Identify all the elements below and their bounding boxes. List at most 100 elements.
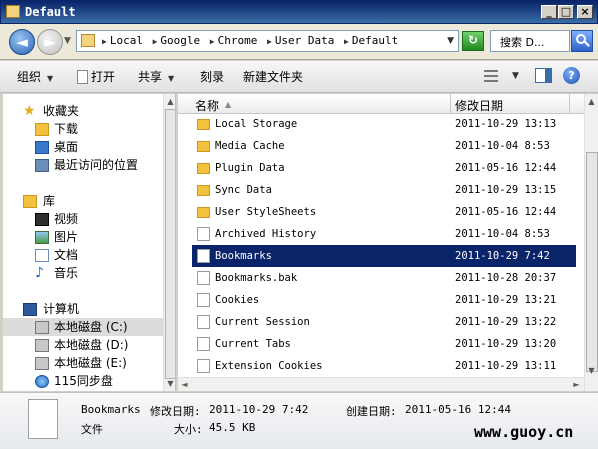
refresh-button[interactable]: ↻ <box>462 31 484 51</box>
folder-icon <box>81 34 95 47</box>
watermark: www.guoy.cn <box>474 423 574 441</box>
chevron-right-icon[interactable]: ▶ <box>102 37 107 46</box>
details-file-name: Bookmarks <box>81 403 141 416</box>
breadcrumb-item[interactable]: Chrome <box>218 34 258 47</box>
burn-button[interactable]: 刻录 <box>200 68 224 85</box>
file-name: User StyleSheets <box>215 206 317 218</box>
file-name: Extension Cookies <box>215 360 323 372</box>
new-folder-button[interactable]: 新建文件夹 <box>243 68 303 85</box>
column-header-name[interactable]: 名称 <box>195 97 219 114</box>
file-name: Bookmarks.bak <box>215 272 298 284</box>
nav-computer[interactable]: 计算机 <box>3 300 163 318</box>
open-button[interactable]: 打开 <box>77 68 115 85</box>
file-row[interactable]: Archived History 2011-10-04 8:53 <box>192 223 576 245</box>
search-input[interactable]: 搜索 D... <box>490 30 570 52</box>
breadcrumb-item[interactable]: Google <box>160 34 200 47</box>
file-icon <box>197 249 210 263</box>
file-row[interactable]: User StyleSheets 2011-05-16 12:44 <box>192 201 576 223</box>
desktop-icon <box>35 141 49 154</box>
chevron-right-icon[interactable]: ▶ <box>344 37 349 46</box>
breadcrumb-item[interactable]: Local <box>110 34 143 47</box>
nav-favorites[interactable]: ★ 收藏夹 <box>3 102 163 120</box>
command-bar: 组织 ▼ 打开 共享 ▼ 刻录 新建文件夹 ▼ ? <box>0 61 598 93</box>
file-name: Archived History <box>215 228 317 240</box>
history-dropdown-icon[interactable]: ▼ <box>64 36 71 46</box>
folder-icon <box>6 5 20 18</box>
folder-icon <box>197 163 210 174</box>
nav-pictures[interactable]: 图片 <box>3 228 163 246</box>
file-modified-date: 2011-10-28 20:37 <box>455 272 557 284</box>
file-row[interactable]: Current Session 2011-10-29 13:22 <box>192 311 576 333</box>
scroll-left-icon[interactable]: ◄ <box>178 378 191 391</box>
nav-music[interactable]: ♪ 音乐 <box>3 264 163 282</box>
video-icon <box>35 213 49 226</box>
file-modified-date: 2011-10-04 8:53 <box>455 140 550 152</box>
nav-libraries[interactable]: 库 <box>3 192 163 210</box>
document-icon <box>35 249 49 262</box>
preview-pane-icon[interactable] <box>535 68 552 83</box>
chevron-down-icon[interactable]: ▼ <box>447 36 454 46</box>
file-row[interactable]: Plugin Data 2011-05-16 12:44 <box>192 157 576 179</box>
back-button[interactable]: ◄ <box>9 29 35 55</box>
file-row[interactable]: Extension Cookies 2011-10-29 13:11 <box>192 355 576 377</box>
file-modified-date: 2011-10-29 13:22 <box>455 316 557 328</box>
folder-icon <box>197 119 210 130</box>
nav-drive-d[interactable]: 本地磁盘 (D:) <box>3 336 163 354</box>
scroll-down-icon[interactable]: ▼ <box>585 364 598 377</box>
scrollbar-thumb[interactable] <box>586 152 598 372</box>
search-button[interactable] <box>571 30 593 52</box>
scroll-up-icon[interactable]: ▲ <box>585 95 598 108</box>
chevron-right-icon[interactable]: ▶ <box>210 37 215 46</box>
nav-documents[interactable]: 文档 <box>3 246 163 264</box>
nav-downloads[interactable]: 下载 <box>3 120 163 138</box>
navigation-pane: ★ 收藏夹 下载 桌面 最近访问的位置 库 视频 图片 文档 ♪ 音乐 计算机 … <box>3 94 176 391</box>
file-row[interactable]: Local Storage 2011-10-29 13:13 <box>192 113 576 135</box>
scrollbar-thumb[interactable] <box>165 109 175 379</box>
organize-button[interactable]: 组织 ▼ <box>17 68 53 85</box>
nav-desktop[interactable]: 桌面 <box>3 138 163 156</box>
help-icon[interactable]: ? <box>563 67 580 84</box>
column-header-modified[interactable]: 修改日期 <box>455 97 503 114</box>
chevron-right-icon[interactable]: ▶ <box>153 37 158 46</box>
file-name: Bookmarks <box>215 250 272 262</box>
file-row[interactable]: Bookmarks.bak 2011-10-28 20:37 <box>192 267 576 289</box>
chevron-right-icon[interactable]: ▶ <box>267 37 272 46</box>
nav-videos[interactable]: 视频 <box>3 210 163 228</box>
file-icon <box>197 359 210 373</box>
address-field[interactable]: ▶ Local ▶ Google ▶ Chrome ▶ User Data ▶ Defau… <box>76 30 459 52</box>
navigation-scrollbar[interactable]: ▲ ▼ <box>163 94 175 391</box>
nav-drive-c[interactable]: 本地磁盘 (C:) <box>3 318 163 336</box>
file-row[interactable]: Cookies 2011-10-29 13:21 <box>192 289 576 311</box>
chevron-down-icon: ▼ <box>47 74 54 83</box>
scroll-down-icon[interactable]: ▼ <box>164 377 175 390</box>
file-modified-date: 2011-10-29 7:42 <box>455 250 550 262</box>
close-button[interactable]: × <box>577 5 593 19</box>
file-row-selected[interactable]: Bookmarks 2011-10-29 7:42 <box>192 245 576 267</box>
file-name: Cookies <box>215 294 260 306</box>
nav-115-sync[interactable]: 115同步盘 <box>3 372 163 390</box>
view-options-icon[interactable] <box>484 70 498 82</box>
horizontal-scrollbar[interactable]: ◄ ► <box>178 377 584 391</box>
scroll-up-icon[interactable]: ▲ <box>164 95 175 108</box>
file-row[interactable]: Current Tabs 2011-10-29 13:20 <box>192 333 576 355</box>
nav-drive-e[interactable]: 本地磁盘 (E:) <box>3 354 163 372</box>
file-name: Local Storage <box>215 118 298 130</box>
picture-icon <box>35 231 49 244</box>
vertical-scrollbar[interactable]: ▲ ▼ <box>584 94 598 391</box>
share-button[interactable]: 共享 ▼ <box>138 68 174 85</box>
file-row[interactable]: Sync Data 2011-10-29 13:15 <box>192 179 576 201</box>
forward-button[interactable]: ► <box>37 29 63 55</box>
file-icon <box>197 293 210 307</box>
scroll-right-icon[interactable]: ► <box>570 378 583 391</box>
breadcrumb-item[interactable]: User Data <box>275 34 335 47</box>
nav-recent-places[interactable]: 最近访问的位置 <box>3 156 163 174</box>
minimize-button[interactable]: _ <box>541 5 557 19</box>
breadcrumb-item[interactable]: Default <box>352 34 398 47</box>
chevron-down-icon[interactable]: ▼ <box>512 71 519 81</box>
computer-icon <box>23 303 37 316</box>
title-bar: Default _ □ × <box>0 0 598 24</box>
file-icon <box>28 399 58 439</box>
file-row[interactable]: Media Cache 2011-10-04 8:53 <box>192 135 576 157</box>
file-modified-date: 2011-10-29 13:15 <box>455 184 557 196</box>
maximize-button[interactable]: □ <box>558 5 574 19</box>
